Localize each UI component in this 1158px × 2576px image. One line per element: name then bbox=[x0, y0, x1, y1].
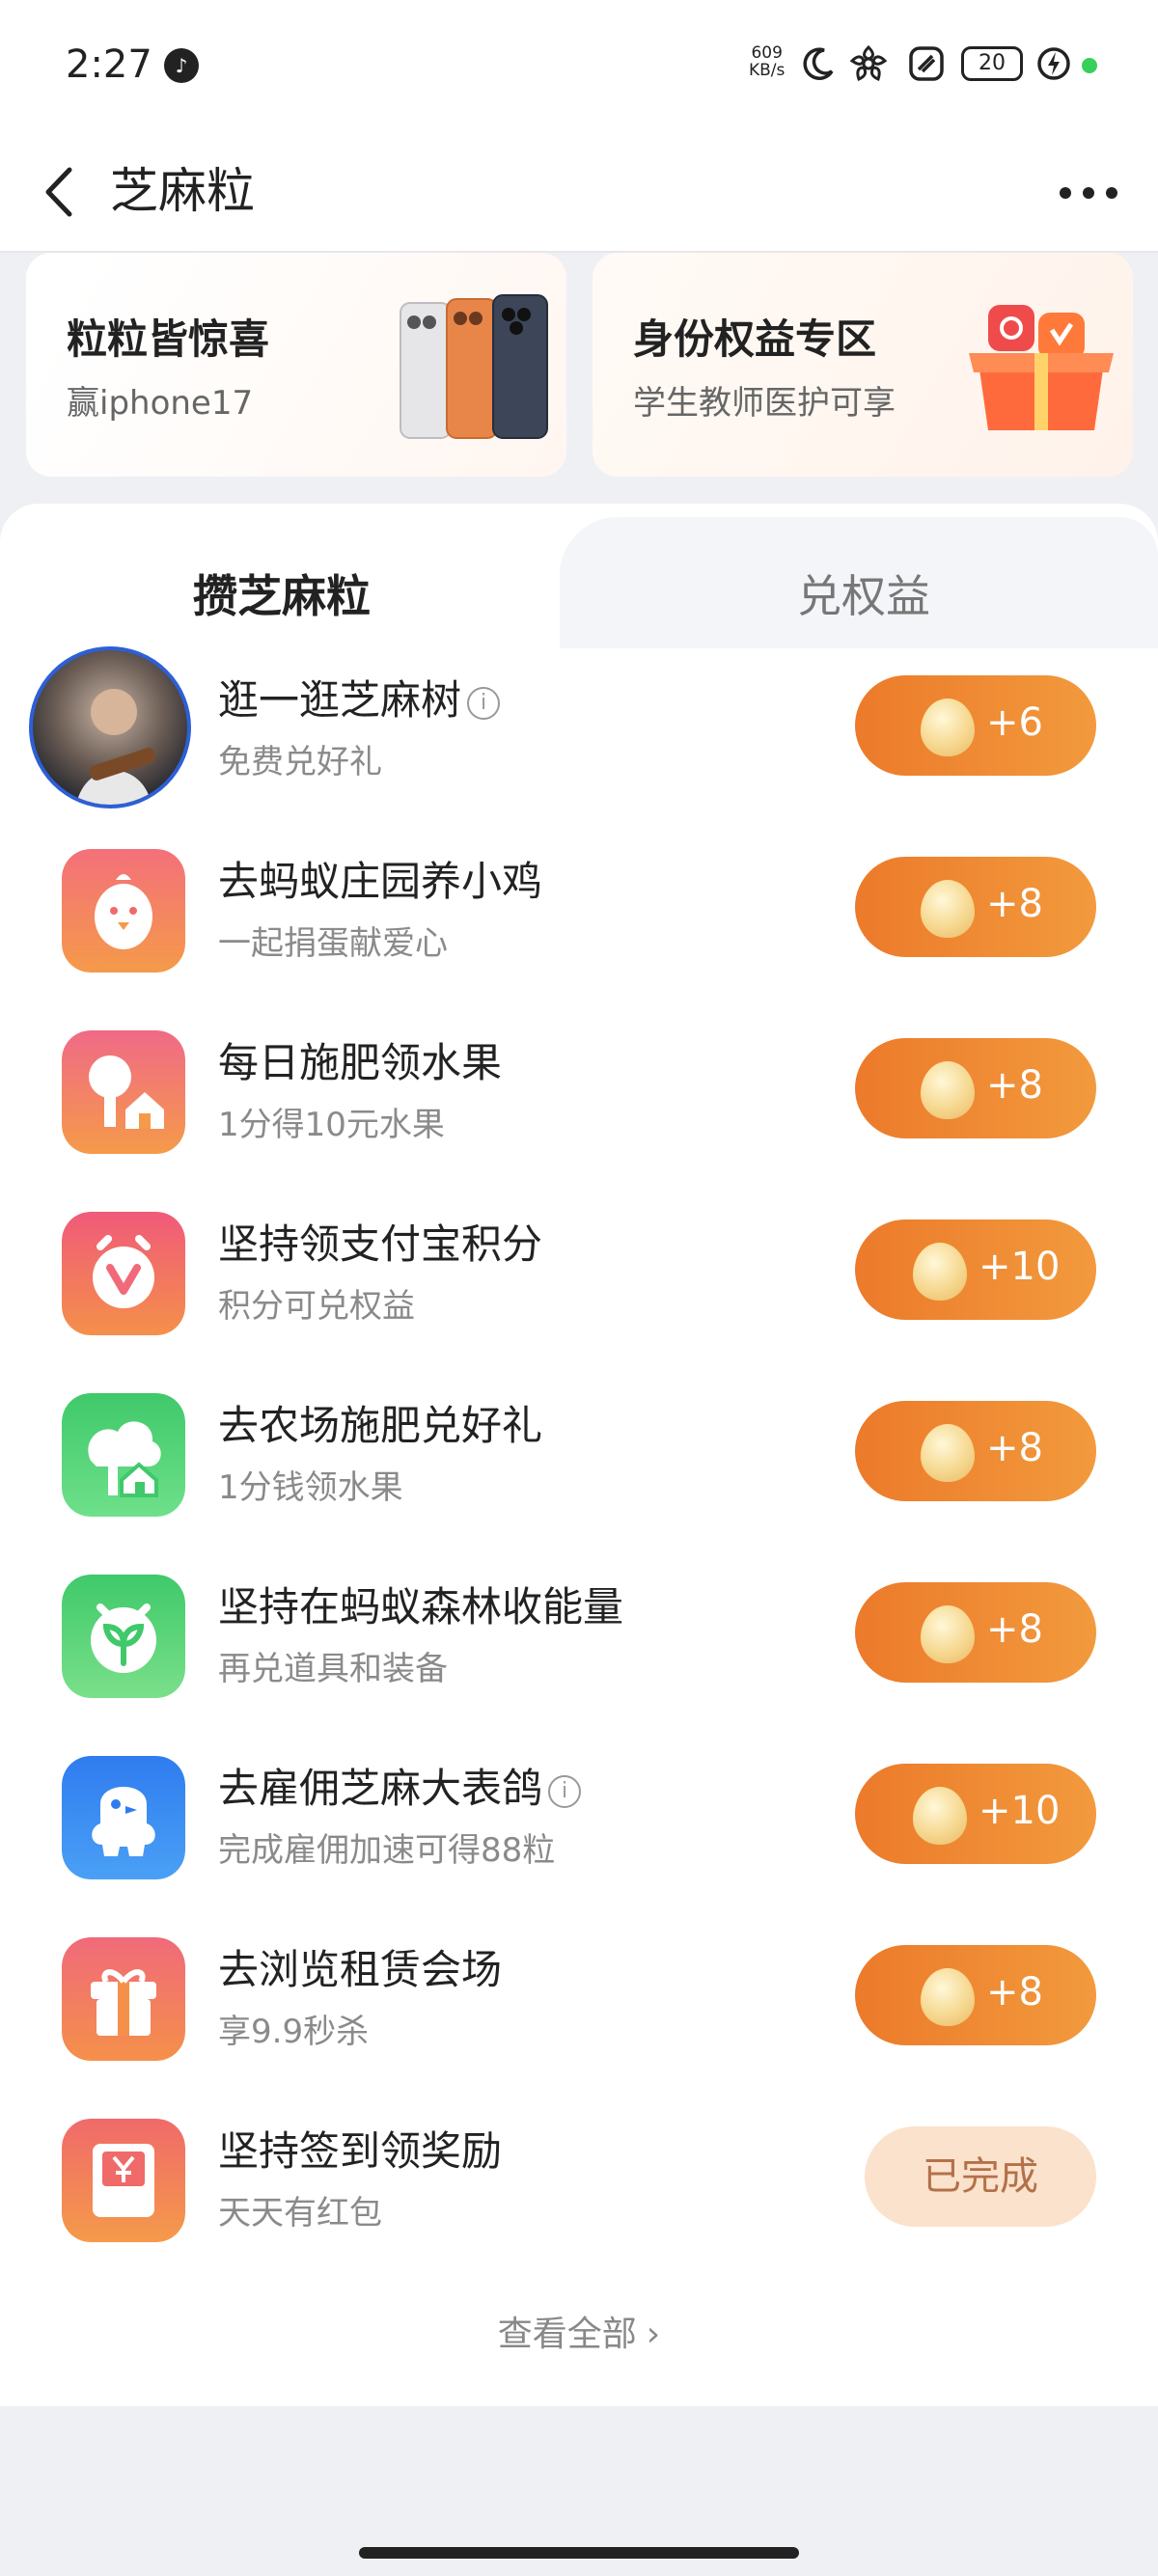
reward-amount: +6 bbox=[986, 700, 1043, 745]
info-icon[interactable]: i bbox=[548, 1774, 582, 1808]
moon-icon bbox=[803, 47, 834, 80]
tab-redeem-benefits[interactable]: 兑权益 bbox=[797, 562, 930, 625]
task-title: 坚持在蚂蚁森林收能量 bbox=[218, 1583, 624, 1631]
sesame-egg-icon bbox=[913, 1787, 967, 1845]
iphone-image bbox=[400, 294, 548, 439]
task-item-ant-farm-chick[interactable]: 去蚂蚁庄园养小鸡 一起捐蛋献爱心 +8 bbox=[0, 820, 1158, 1001]
reward-amount: +10 bbox=[979, 1245, 1061, 1289]
nfc-icon bbox=[909, 46, 944, 81]
chick-icon bbox=[62, 849, 185, 973]
tiktok-icon: ♪ bbox=[164, 48, 199, 83]
points-badge-icon bbox=[62, 1212, 185, 1335]
task-subtitle: 再兑道具和装备 bbox=[218, 1650, 448, 1688]
back-arrow-icon[interactable] bbox=[35, 158, 93, 226]
reward-button[interactable]: +8 bbox=[855, 1038, 1096, 1138]
user-avatar bbox=[29, 646, 191, 808]
network-speed-value: 609 bbox=[751, 43, 783, 63]
gift-box-icon bbox=[62, 1937, 185, 2061]
completed-button[interactable]: 已完成 bbox=[865, 2126, 1096, 2227]
sesame-egg-icon bbox=[921, 1968, 975, 2026]
task-title: 逛一逛芝麻树 i bbox=[218, 668, 501, 726]
battery-indicator: 20 bbox=[961, 46, 1023, 81]
task-subtitle: 享9.9秒杀 bbox=[218, 2013, 370, 2051]
reward-amount: +8 bbox=[986, 1970, 1043, 2014]
reward-amount: +8 bbox=[986, 882, 1043, 926]
sesame-egg-icon bbox=[921, 699, 975, 756]
view-all-link[interactable]: 查看全部 › bbox=[0, 2306, 1158, 2356]
task-panel: 攒芝麻粒 兑权益 逛一逛芝麻树 i 免费兑好礼 +6 去蚂蚁庄园养小鸡 一起捐蛋… bbox=[0, 504, 1158, 2406]
tab-earn-points[interactable]: 攒芝麻粒 bbox=[193, 562, 371, 625]
reward-amount: +8 bbox=[986, 1426, 1043, 1470]
task-subtitle: 免费兑好礼 bbox=[218, 743, 382, 781]
task-item-rental-venue[interactable]: 去浏览租赁会场 享9.9秒杀 +8 bbox=[0, 1908, 1158, 2090]
sesame-egg-icon bbox=[921, 1061, 975, 1119]
nav-bar: 芝麻粒 bbox=[0, 135, 1158, 253]
farm-house-icon bbox=[62, 1393, 185, 1517]
task-title: 坚持领支付宝积分 bbox=[218, 1220, 543, 1268]
task-title-text: 逛一逛芝麻树 bbox=[218, 676, 462, 724]
promo-title: 身份权益专区 bbox=[633, 315, 877, 363]
network-speed: 609 KB/s bbox=[749, 44, 785, 79]
task-subtitle: 天天有红包 bbox=[218, 2194, 382, 2233]
promo-card-lucky-draw[interactable]: 粒粒皆惊喜 赢iphone17 bbox=[26, 253, 566, 477]
task-item-hire-pigeon[interactable]: 去雇佣芝麻大表鸽 i 完成雇佣加速可得88粒 +10 bbox=[0, 1727, 1158, 1908]
fruit-tree-icon bbox=[62, 1030, 185, 1154]
promo-card-identity-benefits[interactable]: 身份权益专区 学生教师医护可享 bbox=[593, 253, 1133, 477]
reward-amount: +10 bbox=[979, 1789, 1061, 1833]
view-all-label: 查看全部 bbox=[497, 2315, 637, 2354]
reward-button[interactable]: +8 bbox=[855, 1945, 1096, 2045]
promo-title: 粒粒皆惊喜 bbox=[67, 315, 270, 363]
gift-box-image bbox=[969, 305, 1114, 430]
task-title: 坚持签到领奖励 bbox=[218, 2127, 503, 2175]
pigeon-icon bbox=[62, 1756, 185, 1879]
page-title: 芝麻粒 bbox=[110, 163, 255, 219]
reward-button[interactable]: +8 bbox=[855, 857, 1096, 957]
reward-button[interactable]: +8 bbox=[855, 1401, 1096, 1501]
forest-sprout-icon bbox=[62, 1575, 185, 1698]
reward-button[interactable]: +8 bbox=[855, 1582, 1096, 1683]
task-subtitle: 1分钱领水果 bbox=[218, 1468, 403, 1507]
tab-bar: 攒芝麻粒 兑权益 bbox=[0, 504, 1158, 648]
promo-subtitle: 赢iphone17 bbox=[67, 384, 254, 423]
task-subtitle: 积分可兑权益 bbox=[218, 1287, 415, 1326]
reward-amount: +8 bbox=[986, 1607, 1043, 1652]
task-item-alipay-points[interactable]: 坚持领支付宝积分 积分可兑权益 +10 bbox=[0, 1183, 1158, 1364]
chevron-right-icon: › bbox=[646, 2315, 661, 2354]
sesame-egg-icon bbox=[913, 1243, 967, 1301]
sesame-egg-icon bbox=[921, 1605, 975, 1663]
task-subtitle: 1分得10元水果 bbox=[218, 1106, 445, 1144]
task-item-ant-forest-energy[interactable]: 坚持在蚂蚁森林收能量 再兑道具和装备 +8 bbox=[0, 1546, 1158, 1727]
task-title-text: 去雇佣芝麻大表鸽 bbox=[218, 1765, 543, 1812]
privacy-indicator-dot bbox=[1082, 58, 1097, 73]
reward-amount: +8 bbox=[986, 1063, 1043, 1108]
network-speed-unit: KB/s bbox=[749, 61, 786, 80]
promo-subtitle: 学生教师医护可享 bbox=[633, 384, 896, 423]
task-item-fertilize-fruit[interactable]: 每日施肥领水果 1分得10元水果 +8 bbox=[0, 1001, 1158, 1183]
task-item-sesame-tree[interactable]: 逛一逛芝麻树 i 免费兑好礼 +6 bbox=[0, 639, 1158, 820]
task-item-farm-fertilize[interactable]: 去农场施肥兑好礼 1分钱领水果 +8 bbox=[0, 1364, 1158, 1546]
reward-button[interactable]: +10 bbox=[855, 1764, 1096, 1864]
task-title: 去雇佣芝麻大表鸽 i bbox=[218, 1756, 582, 1815]
sesame-egg-icon bbox=[921, 1424, 975, 1482]
flower-icon bbox=[849, 44, 888, 82]
info-icon[interactable]: i bbox=[467, 686, 501, 720]
promo-section: 粒粒皆惊喜 赢iphone17 身份权益专区 学生教师医护可享 bbox=[0, 253, 1158, 494]
task-title: 每日施肥领水果 bbox=[218, 1039, 503, 1086]
task-title: 去农场施肥兑好礼 bbox=[218, 1402, 543, 1449]
task-title: 去蚂蚁庄园养小鸡 bbox=[218, 858, 543, 905]
charging-icon bbox=[1037, 47, 1070, 80]
task-subtitle: 一起捐蛋献爱心 bbox=[218, 924, 448, 963]
home-indicator[interactable] bbox=[359, 2547, 799, 2559]
status-time: 2:27 bbox=[66, 42, 152, 87]
bottom-area bbox=[0, 2406, 1158, 2576]
reward-button[interactable]: +6 bbox=[855, 675, 1096, 776]
task-item-daily-checkin[interactable]: 坚持签到领奖励 天天有红包 已完成 bbox=[0, 2090, 1158, 2271]
more-options-icon[interactable] bbox=[1054, 174, 1123, 212]
red-packet-icon bbox=[62, 2119, 185, 2242]
task-title: 去浏览租赁会场 bbox=[218, 1946, 503, 1993]
reward-button[interactable]: +10 bbox=[855, 1219, 1096, 1320]
status-bar: 2:27 ♪ 609 KB/s 20 bbox=[0, 0, 1158, 135]
sesame-egg-icon bbox=[921, 880, 975, 938]
task-subtitle: 完成雇佣加速可得88粒 bbox=[218, 1831, 556, 1870]
